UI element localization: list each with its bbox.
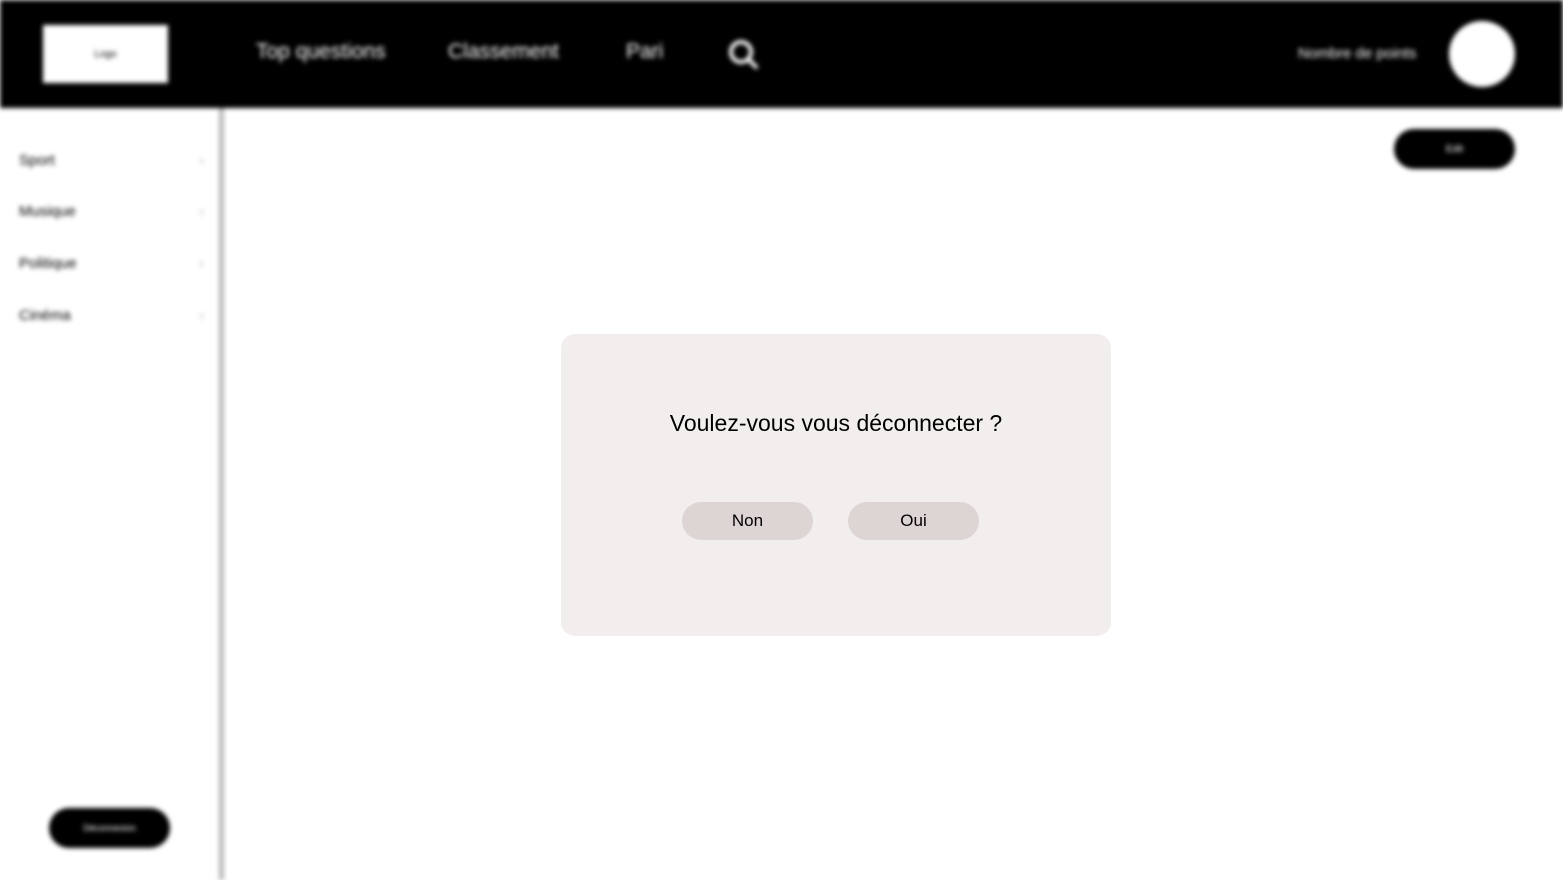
chevron-right-icon: › — [199, 307, 204, 324]
sidebar-item-label: Cinéma — [19, 307, 71, 324]
chevron-right-icon: › — [199, 203, 204, 220]
sidebar-item-musique[interactable]: Musique › — [19, 203, 204, 227]
sidebar-item-label: Sport — [19, 152, 55, 169]
points-counter: Nombre de points — [1298, 45, 1417, 62]
logo[interactable]: Logo — [43, 25, 168, 83]
nav-top-questions[interactable]: Top questions — [256, 40, 386, 64]
dialog-question: Voulez-vous vous déconnecter ? — [669, 410, 1003, 436]
logout-button[interactable]: Déconnexion — [49, 808, 170, 848]
no-button[interactable]: Non — [682, 502, 813, 540]
screen: Logo Top questions Classement Pari Nombr… — [0, 0, 1563, 880]
top-navigation-bar: Logo Top questions Classement Pari Nombr… — [0, 0, 1563, 108]
category-sidebar: Sport › Musique › Politique › Cinéma › D… — [0, 108, 224, 880]
yes-button[interactable]: Oui — [848, 502, 979, 540]
sidebar-item-politique[interactable]: Politique › — [19, 255, 204, 279]
sidebar-item-sport[interactable]: Sport › — [19, 152, 204, 176]
sidebar-item-cinema[interactable]: Cinéma › — [19, 307, 204, 331]
nav-classement[interactable]: Classement — [448, 40, 559, 64]
avatar[interactable] — [1449, 21, 1515, 87]
chevron-right-icon: › — [199, 152, 204, 169]
chevron-right-icon: › — [199, 255, 204, 272]
sidebar-item-label: Musique — [19, 203, 76, 220]
logout-confirmation-dialog: Voulez-vous vous déconnecter ? Non Oui — [561, 334, 1111, 636]
nav-pari[interactable]: Pari — [626, 40, 663, 64]
search-icon[interactable] — [726, 37, 760, 71]
sidebar-item-label: Politique — [19, 255, 77, 272]
edit-button[interactable]: Edit — [1394, 129, 1515, 169]
